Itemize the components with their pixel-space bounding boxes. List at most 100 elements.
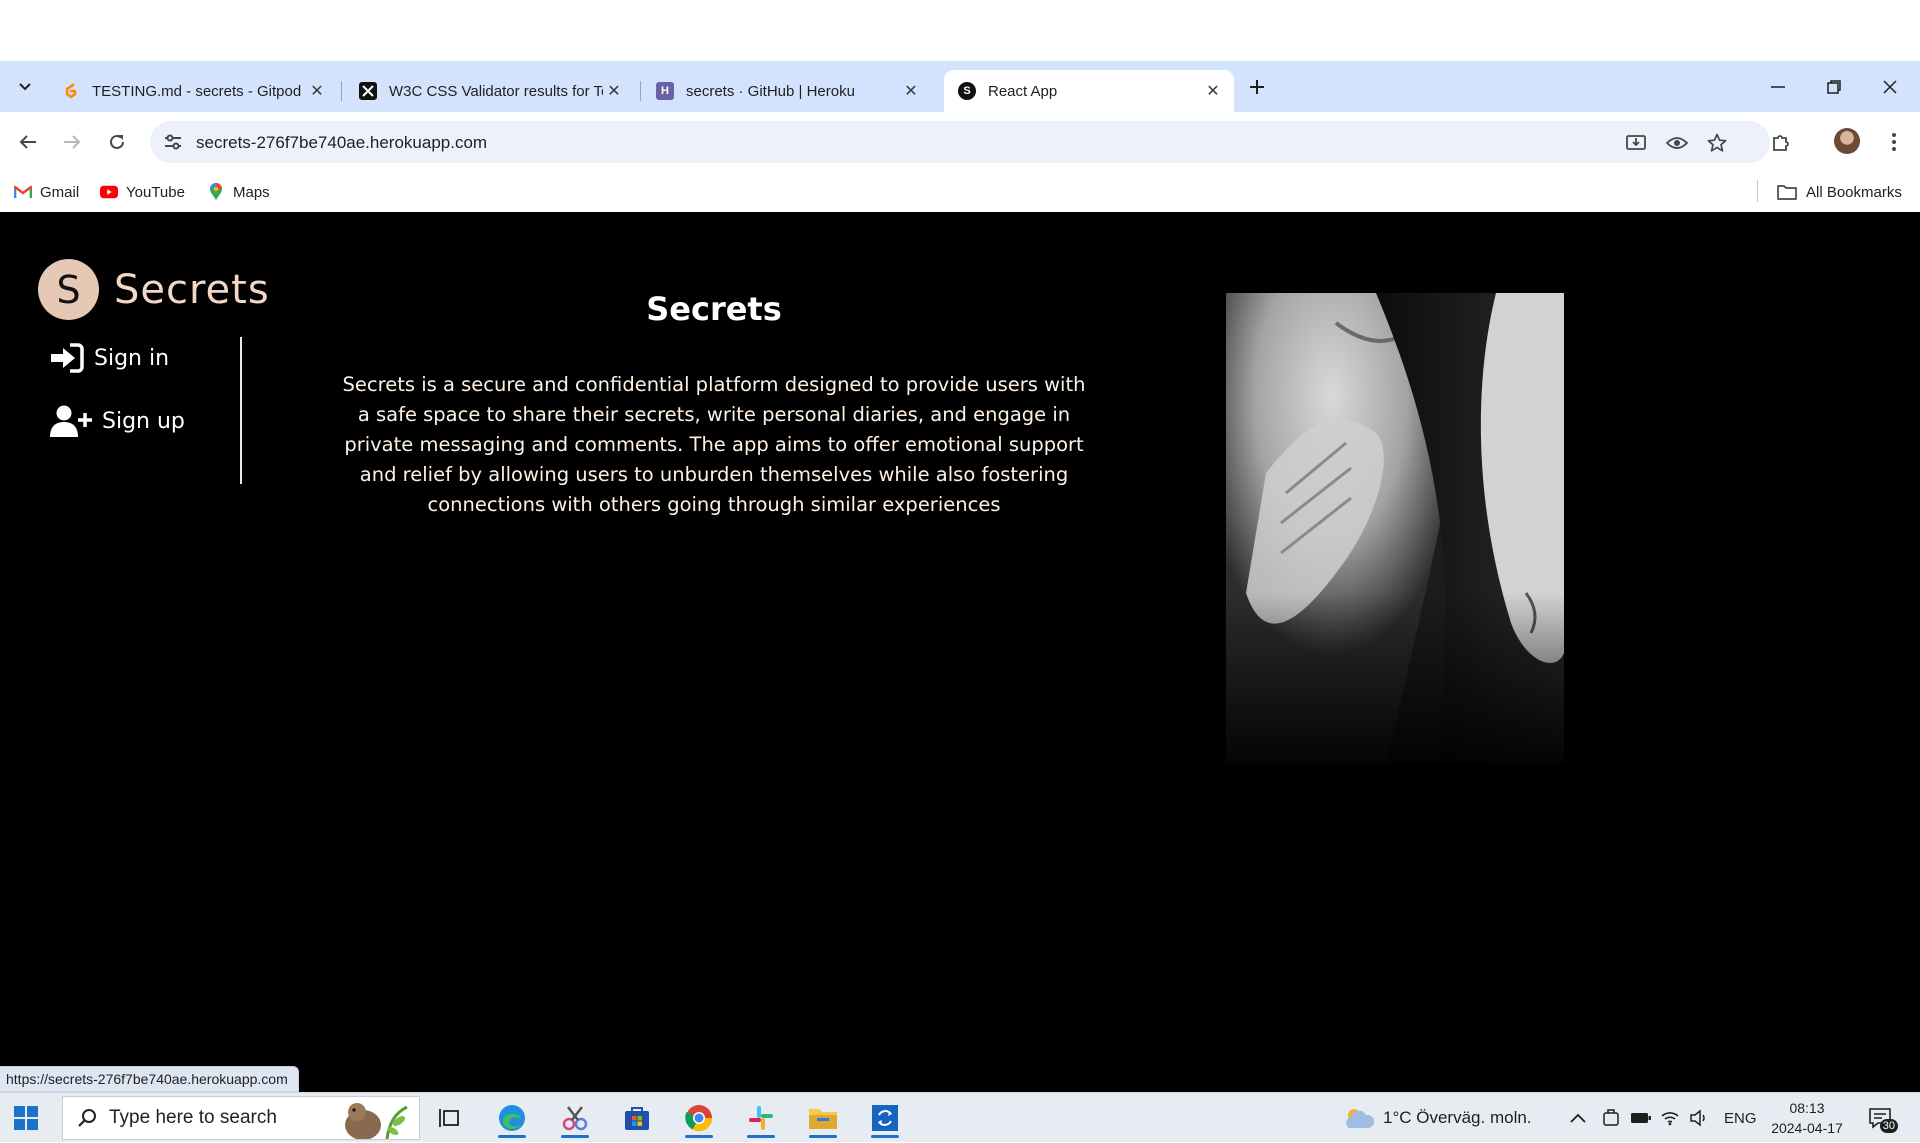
bookmark-youtube[interactable]: YouTube xyxy=(100,180,185,204)
bookmarks-bar: Gmail YouTube Maps All Bookmarks xyxy=(0,172,1920,212)
install-app-icon[interactable] xyxy=(1624,131,1648,155)
extensions-button[interactable] xyxy=(1765,126,1797,158)
task-view-button[interactable] xyxy=(427,1098,471,1138)
sign-up-link[interactable]: Sign up xyxy=(50,405,185,437)
search-highlight-illustration xyxy=(345,1103,408,1139)
bookmark-label: YouTube xyxy=(126,183,185,201)
taskbar-store[interactable] xyxy=(615,1098,659,1138)
edge-icon xyxy=(499,1105,525,1131)
more-vertical-icon xyxy=(1892,133,1896,151)
minimize-button[interactable] xyxy=(1750,61,1806,112)
bookmark-label: Gmail xyxy=(40,183,80,201)
reload-button[interactable] xyxy=(101,126,133,158)
close-tab-icon[interactable]: ✕ xyxy=(306,80,328,102)
tab-heroku[interactable]: H secrets · GitHub | Heroku ✕ xyxy=(642,70,932,112)
sign-up-label: Sign up xyxy=(102,408,185,434)
tab-react-app[interactable]: S React App ✕ xyxy=(944,70,1234,112)
minimize-icon xyxy=(1771,85,1785,88)
taskbar-slack[interactable] xyxy=(739,1098,783,1138)
language-indicator[interactable]: ENG xyxy=(1724,1093,1757,1143)
cloudy-weather-icon xyxy=(1346,1109,1375,1128)
windows-logo-icon xyxy=(14,1119,25,1130)
heroku-icon: H xyxy=(656,82,674,100)
search-icon xyxy=(75,1106,99,1130)
taskbar-edge[interactable] xyxy=(490,1098,534,1138)
reload-icon xyxy=(110,134,124,149)
brand-name: Secrets xyxy=(114,266,270,313)
tab-separator xyxy=(640,81,641,101)
taskbar-file-explorer[interactable] xyxy=(801,1098,845,1138)
sign-in-label: Sign in xyxy=(94,345,170,371)
taskbar-snipping-tool[interactable] xyxy=(553,1098,597,1138)
url-text: secrets-276f7be740ae.herokuapp.com xyxy=(196,133,488,152)
taskbar-app[interactable] xyxy=(863,1098,907,1138)
bookmarks-divider xyxy=(1757,180,1758,202)
tab-separator xyxy=(341,81,342,101)
page-description: Secrets is a secure and confidential pla… xyxy=(342,373,1086,516)
battery-icon[interactable] xyxy=(1630,1093,1652,1143)
site-settings-icon[interactable] xyxy=(162,131,184,153)
search-placeholder: Type here to search xyxy=(109,1107,277,1128)
tab-title: secrets · GitHub | Heroku xyxy=(686,82,855,100)
tab-bar: TESTING.md - secrets - Gitpod ✕ W3C CSS … xyxy=(0,61,1920,112)
back-button[interactable] xyxy=(12,126,44,158)
bookmark-star-icon[interactable] xyxy=(1705,131,1729,155)
bookmark-gmail[interactable]: Gmail xyxy=(14,180,79,204)
close-tab-icon[interactable]: ✕ xyxy=(1202,80,1224,102)
bookmark-maps[interactable]: Maps xyxy=(207,180,270,204)
wifi-icon[interactable] xyxy=(1660,1093,1680,1143)
all-bookmarks-label: All Bookmarks xyxy=(1806,183,1902,201)
windows-logo-icon xyxy=(14,1106,25,1117)
brand[interactable]: S Secrets xyxy=(38,259,270,320)
close-window-button[interactable] xyxy=(1862,61,1918,112)
plus-icon xyxy=(1250,80,1264,94)
close-tab-icon[interactable]: ✕ xyxy=(900,80,922,102)
close-tab-icon[interactable]: ✕ xyxy=(603,80,625,102)
link-status-bubble: https://secrets-276f7be740ae.herokuapp.c… xyxy=(0,1066,299,1092)
taskbar-clock[interactable]: 08:13 2024-04-17 xyxy=(1767,1098,1847,1138)
folder-icon xyxy=(1776,183,1798,201)
eye-icon[interactable] xyxy=(1665,131,1689,155)
browser-toolbar: secrets-276f7be740ae.herokuapp.com xyxy=(0,112,1920,172)
chevron-up-icon xyxy=(1570,1113,1586,1123)
tab-gitpod[interactable]: TESTING.md - secrets - Gitpod ✕ xyxy=(48,70,338,112)
tab-search-button[interactable] xyxy=(10,72,40,102)
snipping-tool-icon xyxy=(562,1106,588,1131)
notification-center-button[interactable]: 30 xyxy=(1862,1103,1898,1133)
w3c-icon xyxy=(359,82,377,100)
user-plus-icon xyxy=(50,405,92,437)
sign-in-icon xyxy=(51,343,84,373)
slack-icon xyxy=(749,1106,773,1130)
gmail-icon xyxy=(14,183,32,201)
side-nav: Sign in Sign up xyxy=(40,337,242,484)
chrome-menu-button[interactable] xyxy=(1878,126,1910,158)
clock-date: 2024-04-17 xyxy=(1771,1120,1843,1136)
weather-widget[interactable]: 1°C Överväg. moln. xyxy=(1343,1093,1532,1143)
forward-button[interactable] xyxy=(56,126,88,158)
tab-w3c[interactable]: W3C CSS Validator results for Te ✕ xyxy=(345,70,635,112)
windows-taskbar: Type here to search 1°C Överväg. moln. E… xyxy=(0,1092,1920,1142)
restore-button[interactable] xyxy=(1806,61,1862,112)
all-bookmarks-button[interactable]: All Bookmarks xyxy=(1776,180,1902,204)
sign-in-link[interactable]: Sign in xyxy=(50,343,169,373)
taskbar-chrome[interactable] xyxy=(677,1098,721,1138)
arrow-left-icon xyxy=(19,135,36,149)
address-bar[interactable]: secrets-276f7be740ae.herokuapp.com xyxy=(150,121,1770,163)
folder-icon xyxy=(809,1109,837,1129)
page-title: Secrets xyxy=(646,290,782,328)
windows-start-button[interactable] xyxy=(14,1106,38,1130)
new-tab-button[interactable] xyxy=(1243,73,1271,101)
secrets-s-icon: S xyxy=(958,82,976,100)
taskbar-search-box[interactable]: Type here to search xyxy=(62,1096,420,1140)
weather-text: 1°C Överväg. moln. xyxy=(1383,1108,1532,1127)
show-hidden-icons-button[interactable] xyxy=(1570,1093,1586,1143)
meet-now-icon[interactable] xyxy=(1602,1093,1620,1143)
tab-title: TESTING.md - secrets - Gitpod xyxy=(92,82,302,100)
youtube-icon xyxy=(100,183,118,201)
close-icon xyxy=(1883,79,1897,94)
gitpod-icon xyxy=(62,82,80,100)
volume-icon[interactable] xyxy=(1689,1093,1709,1143)
microsoft-store-icon xyxy=(625,1107,649,1130)
profile-avatar[interactable] xyxy=(1834,128,1860,154)
sync-app-icon xyxy=(872,1105,898,1131)
